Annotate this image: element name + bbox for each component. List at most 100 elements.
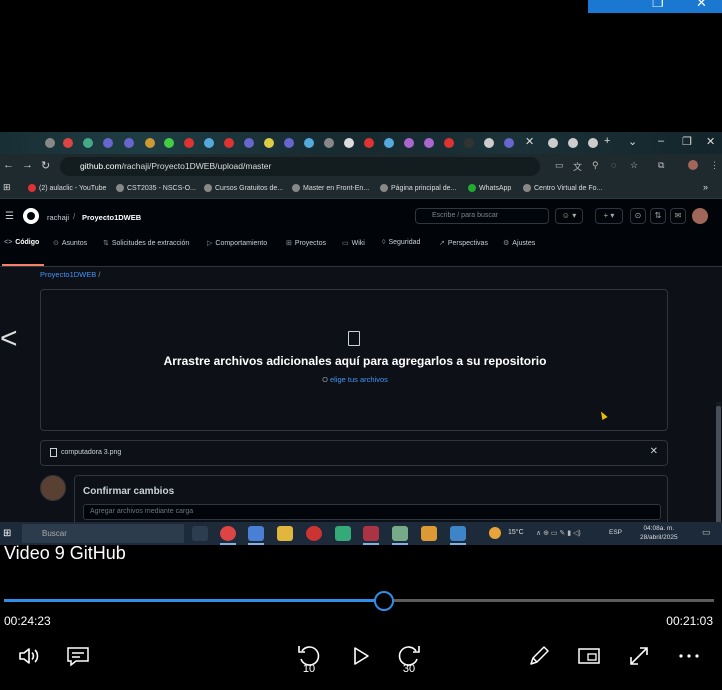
tab-wiki[interactable]: ▭ Wiki — [342, 239, 365, 247]
tab-favicon-icon[interactable] — [244, 138, 254, 148]
pull-requests-icon[interactable]: ⇅ — [650, 208, 666, 224]
video-frame[interactable]: ✕ + ⌄ – ❐ ✕ ← → ↻ github.com/rachaji/Pro… — [0, 132, 722, 545]
volume-button[interactable] — [15, 642, 43, 670]
tab-favicon-icon[interactable] — [384, 138, 394, 148]
tab-favicon-icon[interactable] — [588, 138, 598, 148]
reload-icon[interactable]: ↻ — [41, 159, 50, 172]
seek-thumb[interactable] — [373, 591, 394, 611]
tab-pull-requests[interactable]: ⇅ Solicitudes de extracción — [103, 239, 189, 247]
tab-favicon-icon[interactable] — [164, 138, 174, 148]
zoom-icon[interactable]: ⚲ — [592, 160, 599, 171]
create-new-button[interactable]: + ▾ — [595, 208, 623, 224]
bookmark-item[interactable]: CST2035 - NSCS-O... — [116, 184, 196, 192]
tab-actions[interactable]: ▷ Comportamiento — [207, 239, 267, 247]
bookmark-item[interactable]: Página principal de... — [380, 184, 456, 192]
app-icon[interactable] — [450, 526, 466, 541]
close-icon[interactable]: ✕ — [696, 0, 707, 11]
repo-owner-link[interactable]: rachaji — [47, 213, 69, 222]
app-icon[interactable] — [335, 526, 351, 541]
app-icon[interactable] — [421, 526, 437, 541]
translate-icon[interactable]: 文 — [573, 160, 582, 173]
app-icon[interactable] — [363, 526, 379, 541]
app-icon[interactable] — [392, 526, 408, 541]
bookmark-item[interactable]: Cursos Gratuitos de... — [204, 184, 283, 192]
back-icon[interactable]: ← — [3, 159, 14, 171]
tray-icons[interactable]: ∧ ⊕ ▭ ✎ ▮ ◁) — [536, 529, 581, 537]
tab-favicon-icon[interactable] — [224, 138, 234, 148]
star-icon[interactable]: ☆ — [630, 160, 638, 171]
notification-icon[interactable]: ▭ — [702, 527, 711, 538]
task-view-icon[interactable] — [192, 526, 208, 541]
tab-favicon-icon[interactable] — [284, 138, 294, 148]
more-icon[interactable]: ⋮ — [710, 160, 719, 171]
tab-favicon-icon[interactable] — [404, 138, 414, 148]
mini-player-button[interactable] — [575, 642, 603, 670]
restore-icon[interactable]: ❐ — [682, 135, 692, 148]
skip-back-button[interactable]: 10 — [295, 642, 323, 675]
tab-favicon-icon[interactable] — [264, 138, 274, 148]
tab-favicon-icon[interactable] — [304, 138, 314, 148]
chevron-left-icon[interactable]: < — [0, 322, 18, 356]
more-options-button[interactable] — [675, 642, 703, 670]
inbox-icon[interactable]: ✉ — [670, 208, 686, 224]
tab-favicon-icon[interactable] — [464, 138, 474, 148]
tab-security[interactable]: ◊ Seguridad — [382, 239, 420, 246]
issues-icon[interactable]: ⊙ — [630, 208, 646, 224]
bookmarks-overflow-icon[interactable]: » — [703, 182, 708, 192]
windows-start-icon[interactable]: ⊞ — [3, 528, 11, 539]
file-explorer-icon[interactable] — [277, 526, 293, 541]
copilot-button[interactable]: ☺ ▾ — [555, 208, 583, 224]
seek-bar[interactable] — [4, 599, 714, 602]
tab-code[interactable]: <> Código — [4, 239, 39, 246]
tab-favicon-icon[interactable] — [103, 138, 113, 148]
eye-off-icon[interactable]: ◌ — [611, 160, 616, 170]
tab-settings[interactable]: ⚙ Ajustes — [503, 239, 535, 247]
language-indicator[interactable]: ESP — [609, 529, 622, 536]
tab-favicon-icon[interactable] — [324, 138, 334, 148]
search-input[interactable]: Escribe / para buscar — [415, 208, 549, 224]
youtube-icon[interactable] — [444, 138, 454, 148]
tab-favicon-icon[interactable] — [548, 138, 558, 148]
bookmark-item[interactable]: Master en Front-En... — [292, 184, 369, 192]
profile-avatar[interactable] — [688, 160, 698, 170]
youtube-icon[interactable] — [184, 138, 194, 148]
tab-favicon-icon[interactable] — [145, 138, 155, 148]
apps-icon[interactable]: ⊞ — [3, 182, 11, 193]
url-input[interactable]: github.com/rachaji/Proyecto1DWEB/upload/… — [60, 157, 540, 176]
breadcrumb-repo-link[interactable]: Proyecto1DWEB — [40, 270, 96, 279]
avatar[interactable] — [692, 208, 708, 224]
github-logo-icon[interactable] — [23, 208, 39, 224]
skip-forward-button[interactable]: 30 — [395, 642, 423, 675]
close-tab-icon[interactable]: ✕ — [525, 135, 534, 148]
tab-favicon-icon[interactable] — [45, 138, 55, 148]
tab-favicon-icon[interactable] — [568, 138, 578, 148]
new-tab-icon[interactable]: + — [604, 135, 610, 147]
subtitles-button[interactable] — [64, 642, 92, 670]
fullscreen-button[interactable] — [625, 642, 653, 670]
chrome-icon[interactable] — [220, 526, 236, 541]
github-icon[interactable] — [484, 138, 494, 148]
bookmark-item[interactable]: (2) aulaclic - YouTube — [28, 184, 106, 192]
taskbar-search-input[interactable]: Buscar — [22, 524, 184, 543]
bookmark-item[interactable]: WhatsApp — [468, 184, 511, 192]
tab-favicon-icon[interactable] — [124, 138, 134, 148]
extensions-icon[interactable]: ⧉ — [658, 160, 664, 171]
tab-insights[interactable]: ↗ Perspectivas — [439, 239, 488, 247]
tab-favicon-icon[interactable] — [364, 138, 374, 148]
menu-icon[interactable]: ☰ — [5, 211, 14, 222]
commit-message-input[interactable]: Agregar archivos mediante carga — [83, 504, 661, 520]
drive-icon[interactable] — [83, 138, 93, 148]
clock[interactable]: 04:08a. m. 28/abril/2025 — [640, 524, 678, 542]
tab-list-icon[interactable]: ⌄ — [628, 135, 637, 148]
tab-favicon-icon[interactable] — [504, 138, 514, 148]
app-icon[interactable] — [248, 526, 264, 541]
file-drop-zone[interactable]: Arrastre archivos adicionales aquí para … — [40, 289, 668, 431]
gmail-icon[interactable] — [63, 138, 73, 148]
repo-name-link[interactable]: Proyecto1DWEB — [82, 213, 141, 222]
play-button[interactable] — [346, 642, 374, 670]
tab-favicon-icon[interactable] — [204, 138, 214, 148]
install-icon[interactable]: ▭ — [555, 160, 564, 171]
tab-projects[interactable]: ⊞ Proyectos — [286, 239, 326, 247]
minimize-icon[interactable]: – — [658, 135, 664, 147]
bookmark-item[interactable]: Centro Virtual de Fo... — [523, 184, 602, 192]
